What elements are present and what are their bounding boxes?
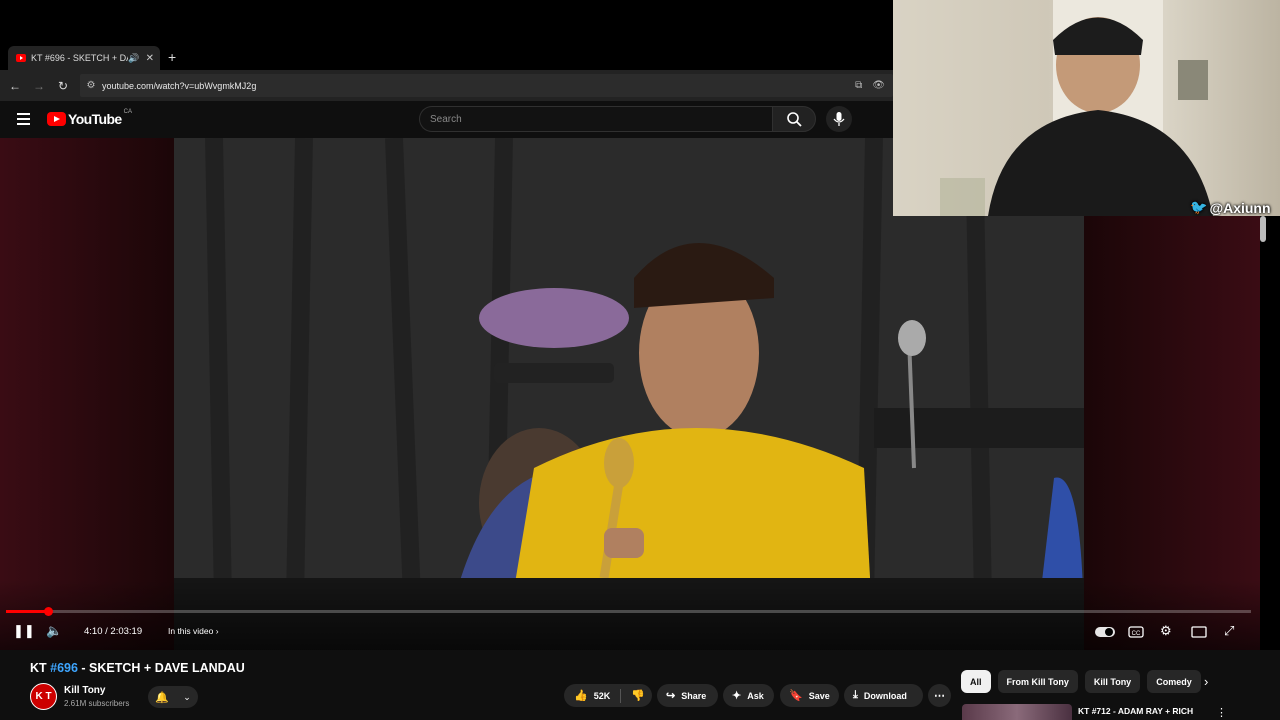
twitter-handle-overlay: 🐦 @Axiunn [1190, 199, 1271, 216]
streamer-camera-feed [940, 0, 1213, 216]
download-label: Download [863, 690, 907, 701]
browser-toolbar: ← → ↻ ⚙ youtube.com/watch?v=ubWvgmkMJ2g … [0, 70, 893, 101]
captions-icon[interactable]: CC [1128, 625, 1144, 639]
settings-gear-icon[interactable]: ⚙ [1160, 623, 1172, 639]
recommended-more-vertical-icon[interactable]: ⋮ [1216, 706, 1227, 719]
share-button[interactable]: ↪ Share [657, 684, 718, 707]
webcam-overlay [893, 0, 1280, 216]
sparkle-icon: ✦ [732, 690, 742, 702]
country-code: CA [123, 109, 132, 115]
twitter-handle: @Axiunn [1209, 199, 1271, 216]
ask-label: Ask [747, 690, 764, 701]
url-text: youtube.com/watch?v=ubWvgmkMJ2g [102, 80, 257, 91]
page-scrollbar[interactable] [1260, 216, 1266, 242]
channel-name[interactable]: Kill Tony [64, 685, 105, 696]
eye-slash-icon[interactable]: 👁 [872, 80, 885, 91]
chip-all[interactable]: All [961, 670, 991, 693]
chip-comedy[interactable]: Comedy [1147, 670, 1201, 693]
youtube-wordmark: YouTube [68, 111, 122, 127]
dislike-icon[interactable]: 👎 [631, 689, 645, 702]
in-this-video-button[interactable]: In this video › [168, 626, 219, 636]
back-arrow-icon[interactable]: ← [3, 79, 27, 93]
youtube-logo[interactable]: YouTube CA [47, 109, 132, 127]
new-tab-button[interactable]: + [168, 49, 176, 65]
forward-arrow-icon[interactable]: → [27, 79, 51, 93]
youtube-play-icon [47, 112, 66, 126]
svg-text:CC: CC [1132, 631, 1141, 637]
more-actions-button[interactable]: ⋯ [928, 684, 951, 707]
like-count[interactable]: 52K [594, 691, 611, 701]
microphone-icon [833, 112, 845, 126]
share-label: Share [681, 690, 707, 701]
reload-icon[interactable]: ↻ [51, 79, 75, 93]
channel-avatar[interactable]: K T [30, 683, 57, 710]
progress-played [6, 610, 48, 613]
video-title: KT #696 - SKETCH + DAVE LANDAU [30, 661, 245, 675]
like-dislike-group: 👍 52K 👎 [564, 684, 652, 707]
recommended-video-title[interactable]: KT #712 - ADAM RAY + RICH [1078, 706, 1193, 716]
share-icon: ↪ [666, 690, 676, 702]
volume-icon[interactable]: 🔈 [46, 623, 62, 639]
pause-icon[interactable]: ❚❚ [13, 623, 35, 639]
speaker-icon[interactable]: 🔊 [128, 53, 139, 64]
more-horizontal-icon: ⋯ [934, 690, 945, 702]
chevron-down-icon: ⌄ [183, 691, 191, 702]
progress-bar[interactable] [6, 610, 1251, 613]
hamburger-menu-icon[interactable] [17, 113, 30, 128]
bookmark-icon: 🔖 [789, 690, 803, 702]
recommendation-chips: All From Kill Tony Kill Tony Comedy [961, 670, 1201, 693]
time-display: 4:10 / 2:03:19 [84, 626, 143, 637]
save-button[interactable]: 🔖 Save [780, 684, 839, 707]
search-icon [787, 112, 802, 127]
player-controls: ❚❚ 🔈 4:10 / 2:03:19 In this video › CC ⚙… [0, 620, 1260, 644]
download-button[interactable]: ⤓ Download [844, 684, 923, 707]
autoplay-toggle-icon[interactable] [1094, 625, 1116, 639]
voice-search-button[interactable] [826, 106, 852, 132]
address-bar[interactable]: ⚙ youtube.com/watch?v=ubWvgmkMJ2g ⧉ 👁 [80, 74, 893, 97]
search-placeholder: Search [430, 113, 462, 125]
progress-scrubber[interactable] [44, 607, 53, 616]
recommended-video-thumbnail[interactable] [962, 704, 1072, 720]
theater-mode-icon[interactable] [1191, 625, 1207, 639]
save-label: Save [808, 690, 830, 701]
site-info-icon[interactable]: ⚙ [80, 80, 102, 91]
title-suffix: - SKETCH + DAVE LANDAU [77, 661, 245, 675]
tab-title: KT #696 - SKETCH + DAVE LANDAU [31, 53, 128, 63]
subscriber-count: 2.61M subscribers [64, 699, 130, 708]
title-prefix: KT [30, 661, 51, 675]
search-button[interactable] [772, 106, 816, 132]
search-input[interactable]: Search [419, 106, 772, 132]
in-this-video-label: In this video [168, 626, 214, 636]
youtube-favicon-icon [16, 54, 26, 62]
download-icon: ⤓ [853, 689, 858, 701]
chip-kill-tony[interactable]: Kill Tony [1084, 670, 1141, 693]
title-hashtag-link[interactable]: #696 [50, 661, 78, 675]
ask-button[interactable]: ✦ Ask [723, 684, 774, 707]
close-tab-icon[interactable]: ✕ [146, 53, 154, 64]
subscription-bell-button[interactable]: 🔔 ⌄ [148, 686, 198, 708]
cast-icon[interactable]: ⧉ [855, 80, 862, 91]
browser-tab[interactable]: KT #696 - SKETCH + DAVE LANDAU 🔊 ✕ [8, 46, 160, 70]
chips-next-chevron-icon[interactable]: › [1204, 674, 1208, 689]
bell-icon: 🔔 [155, 691, 169, 704]
twitter-bird-icon: 🐦 [1190, 199, 1208, 215]
chip-from-kill-tony[interactable]: From Kill Tony [997, 670, 1078, 693]
fullscreen-icon[interactable]: ⤢ [1224, 623, 1234, 639]
like-icon[interactable]: 👍 [574, 689, 588, 702]
